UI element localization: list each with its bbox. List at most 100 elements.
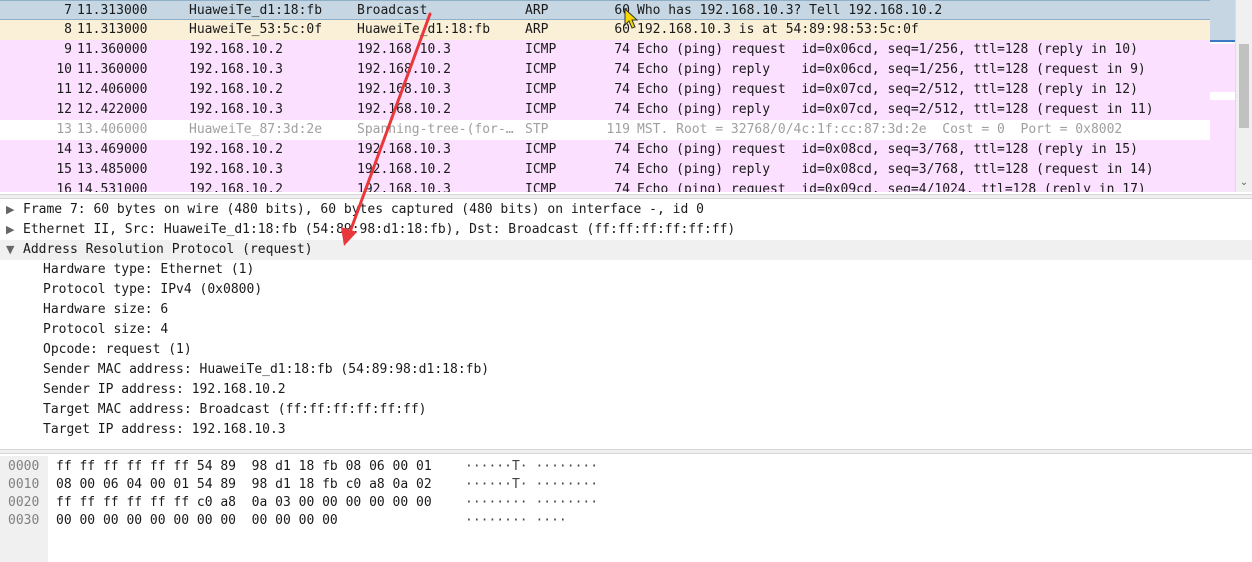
- packet-src-cell: HuaweiTe_87:3d:2e: [189, 122, 323, 137]
- tree-node-arp[interactable]: ▼ Address Resolution Protocol (request): [0, 240, 1252, 260]
- hex-hex: 08 00 06 04 00 01 54 89 98 d1 18 fb c0 a…: [56, 477, 432, 492]
- packet-no-cell: 12: [56, 102, 72, 117]
- packet-no-cell: 10: [56, 62, 72, 77]
- tree-field[interactable]: Target IP address: 192.168.10.3: [0, 420, 1252, 440]
- mouse-pointer-icon: [624, 8, 638, 29]
- packet-proto-cell: ICMP: [525, 82, 557, 97]
- packet-info-cell: Echo (ping) request id=0x09cd, seq=4/102…: [637, 182, 1146, 192]
- packet-no-cell: 15: [56, 162, 72, 177]
- packet-row[interactable]: 10 11.360000 192.168.10.3 192.168.10.2 ICMP 7…: [0, 60, 1210, 80]
- packet-src-cell: HuaweiTe_53:5c:0f: [189, 22, 323, 37]
- packet-row[interactable]: 13 13.406000 HuaweiTe_87:3d:2e Spanning-tre…: [0, 120, 1210, 140]
- hex-dump-line[interactable]: 0010 08 00 06 04 00 01 54 89 98 d1 18 fb …: [0, 476, 1252, 494]
- expand-arrow-icon[interactable]: ▶: [6, 200, 16, 220]
- packet-dst-cell: 192.168.10.3: [357, 142, 451, 157]
- packet-proto-cell: STP: [525, 122, 549, 137]
- packet-details-tree[interactable]: ▶ Frame 7: 60 bytes on wire (480 bits), …: [0, 200, 1252, 448]
- packet-row[interactable]: 9 11.360000 192.168.10.2 192.168.10.3 ICMP 74…: [0, 40, 1210, 60]
- hex-dump-line[interactable]: 0030 00 00 00 00 00 00 00 00 00 00 00 00 ·…: [0, 512, 1252, 530]
- packet-row[interactable]: 16 14.531000 192.168.10.2 192.168.10.3 ICMP 7…: [0, 180, 1210, 192]
- tree-field-label: Hardware type: Ethernet (1): [43, 262, 255, 277]
- tree-field-label: Target MAC address: Broadcast (ff:ff:ff:…: [43, 402, 427, 417]
- tree-field[interactable]: Protocol size: 4: [0, 320, 1252, 340]
- packet-time-cell: 14.531000: [77, 182, 148, 192]
- packet-list[interactable]: 7 11.313000 HuaweiTe_d1:18:fb Broadcast ARP 6…: [0, 0, 1210, 192]
- packet-proto-cell: ICMP: [525, 142, 557, 157]
- packet-proto-cell: ICMP: [525, 162, 557, 177]
- tree-field[interactable]: Target MAC address: Broadcast (ff:ff:ff:…: [0, 400, 1252, 420]
- packet-row[interactable]: 8 11.313000 HuaweiTe_53:5c:0f HuaweiTe_d1:1…: [0, 20, 1210, 40]
- tree-node-ethernet[interactable]: ▶ Ethernet II, Src: HuaweiTe_d1:18:fb (5…: [0, 220, 1252, 240]
- packet-minimap[interactable]: [1210, 0, 1235, 192]
- packet-dst-cell: 192.168.10.2: [357, 162, 451, 177]
- packet-row[interactable]: 7 11.313000 HuaweiTe_d1:18:fb Broadcast ARP 6…: [0, 0, 1210, 20]
- hex-offset: 0010: [8, 477, 40, 492]
- packet-len-cell: 74: [614, 62, 630, 77]
- tree-field[interactable]: Sender MAC address: HuaweiTe_d1:18:fb (5…: [0, 360, 1252, 380]
- packet-len-cell: 74: [614, 162, 630, 177]
- tree-field-label: Protocol size: 4: [43, 322, 169, 337]
- tree-field-label: Hardware size: 6: [43, 302, 169, 317]
- packet-len-cell: 74: [614, 182, 630, 192]
- packet-info-cell: Echo (ping) request id=0x07cd, seq=2/512…: [637, 82, 1138, 97]
- packet-time-cell: 12.406000: [77, 82, 148, 97]
- packet-no-cell: 14: [56, 142, 72, 157]
- scroll-thumb[interactable]: [1239, 44, 1249, 128]
- pane-splitter-top[interactable]: [0, 194, 1252, 199]
- tree-field[interactable]: Protocol type: IPv4 (0x0800): [0, 280, 1252, 300]
- packet-dst-cell: Spanning-tree-(for-…: [357, 122, 514, 137]
- hex-ascii: ········ ····: [465, 513, 567, 528]
- packet-src-cell: 192.168.10.2: [189, 82, 283, 97]
- pane-splitter-bottom[interactable]: [0, 449, 1252, 454]
- tree-field[interactable]: Sender IP address: 192.168.10.2: [0, 380, 1252, 400]
- collapse-arrow-icon[interactable]: ▼: [6, 240, 16, 260]
- packet-proto-cell: ICMP: [525, 182, 557, 192]
- packet-proto-cell: ARP: [525, 3, 549, 18]
- tree-field[interactable]: Opcode: request (1): [0, 340, 1252, 360]
- packet-no-cell: 9: [64, 42, 72, 57]
- expand-arrow-icon[interactable]: ▶: [6, 220, 16, 240]
- chevron-down-icon[interactable]: ⌄: [1239, 176, 1249, 190]
- tree-node-frame[interactable]: ▶ Frame 7: 60 bytes on wire (480 bits), …: [0, 200, 1252, 220]
- packet-row[interactable]: 11 12.406000 192.168.10.2 192.168.10.3 ICMP 7…: [0, 80, 1210, 100]
- hex-hex: ff ff ff ff ff ff c0 a8 0a 03 00 00 00 0…: [56, 495, 432, 510]
- packet-time-cell: 13.485000: [77, 162, 148, 177]
- packet-src-cell: 192.168.10.2: [189, 142, 283, 157]
- packet-row[interactable]: 15 13.485000 192.168.10.3 192.168.10.2 ICMP 7…: [0, 160, 1210, 180]
- packet-dst-cell: Broadcast: [357, 3, 428, 18]
- packet-proto-cell: ICMP: [525, 102, 557, 117]
- packet-info-cell: Echo (ping) reply id=0x07cd, seq=2/512, …: [637, 102, 1154, 117]
- tree-field-label: Sender IP address: 192.168.10.2: [43, 382, 286, 397]
- packet-dst-cell: 192.168.10.2: [357, 62, 451, 77]
- packet-time-cell: 11.313000: [77, 3, 148, 18]
- tree-field-label: Protocol type: IPv4 (0x0800): [43, 282, 263, 297]
- packet-row[interactable]: 14 13.469000 192.168.10.2 192.168.10.3 ICMP 7…: [0, 140, 1210, 160]
- tree-field-label: Target IP address: 192.168.10.3: [43, 422, 286, 437]
- packet-bytes-pane[interactable]: 0000 ff ff ff ff ff ff 54 89 98 d1 18 fb …: [0, 456, 1252, 562]
- packet-time-cell: 11.313000: [77, 22, 148, 37]
- packet-src-cell: 192.168.10.2: [189, 42, 283, 57]
- packet-no-cell: 7: [64, 3, 72, 18]
- packet-no-cell: 13: [56, 122, 72, 137]
- hex-offset: 0020: [8, 495, 40, 510]
- hex-dump-line[interactable]: 0000 ff ff ff ff ff ff 54 89 98 d1 18 fb …: [0, 458, 1252, 476]
- packet-dst-cell: HuaweiTe_d1:18:fb: [357, 22, 491, 37]
- hex-hex: ff ff ff ff ff ff 54 89 98 d1 18 fb 08 0…: [56, 459, 432, 474]
- packet-info-cell: Echo (ping) reply id=0x06cd, seq=1/256, …: [637, 62, 1146, 77]
- packet-dst-cell: 192.168.10.3: [357, 182, 451, 192]
- tree-node-label: Address Resolution Protocol (request): [23, 242, 313, 257]
- packet-list-scrollbar[interactable]: ⌄: [1235, 0, 1252, 192]
- packet-time-cell: 13.406000: [77, 122, 148, 137]
- packet-no-cell: 16: [56, 182, 72, 192]
- packet-row[interactable]: 12 12.422000 192.168.10.3 192.168.10.2 ICMP 7…: [0, 100, 1210, 120]
- packet-info-cell: Who has 192.168.10.3? Tell 192.168.10.2: [637, 3, 943, 18]
- tree-field[interactable]: Hardware type: Ethernet (1): [0, 260, 1252, 280]
- packet-src-cell: 192.168.10.3: [189, 162, 283, 177]
- packet-proto-cell: ICMP: [525, 62, 557, 77]
- tree-node-label: Ethernet II, Src: HuaweiTe_d1:18:fb (54:…: [23, 222, 736, 237]
- packet-info-cell: MST. Root = 32768/0/4c:1f:cc:87:3d:2e Co…: [637, 122, 1123, 137]
- tree-field[interactable]: Hardware size: 6: [0, 300, 1252, 320]
- packet-time-cell: 12.422000: [77, 102, 148, 117]
- hex-dump-line[interactable]: 0020 ff ff ff ff ff ff c0 a8 0a 03 00 00 …: [0, 494, 1252, 512]
- packet-time-cell: 11.360000: [77, 62, 148, 77]
